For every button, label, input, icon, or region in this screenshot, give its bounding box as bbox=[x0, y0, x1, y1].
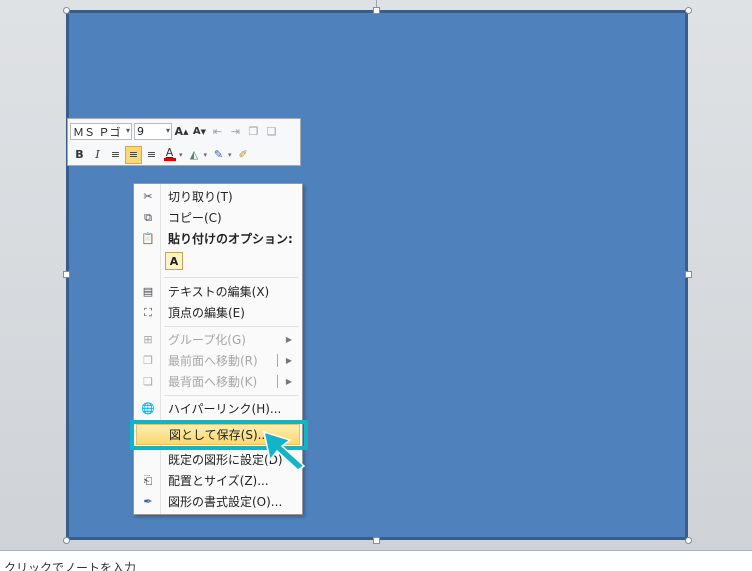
resize-handle-top[interactable] bbox=[373, 7, 380, 14]
shrink-font-icon[interactable]: A ▼ bbox=[191, 123, 208, 141]
resize-handle-bottom[interactable] bbox=[373, 537, 380, 544]
chevron-down-icon: ▾ bbox=[125, 126, 130, 135]
menu-item-format-shape[interactable]: ✒ 図形の書式設定(O)... bbox=[136, 491, 300, 512]
mini-formatting-toolbar: ＭＳ Ｐゴ ▾ 9 ▾ A ▲ A ▼ ⇤ ⇥ ❐ ❏ B I ≡ ≡ ≡ A ▾ bbox=[67, 118, 301, 166]
align-center-icon[interactable]: ≡ bbox=[125, 145, 142, 164]
bold-button[interactable]: B bbox=[71, 146, 88, 164]
menu-item-label: 貼り付けのオプション: bbox=[168, 232, 293, 246]
chevron-down-icon[interactable]: ▾ bbox=[228, 151, 232, 159]
grow-font-icon[interactable]: A ▲ bbox=[173, 123, 190, 141]
copy-icon: ⧉ bbox=[144, 210, 152, 224]
resize-handle-top-right[interactable] bbox=[685, 7, 692, 14]
resize-handle-top-left[interactable] bbox=[63, 7, 70, 14]
edit-text-icon: ▤ bbox=[142, 285, 154, 298]
powerpoint-slide-canvas: ＭＳ Ｐゴ ▾ 9 ▾ A ▲ A ▼ ⇤ ⇥ ❐ ❏ B I ≡ ≡ ≡ A ▾ bbox=[0, 0, 752, 571]
menu-item-label: 頂点の編集(E) bbox=[168, 306, 245, 320]
menu-item-send-to-back: ❏ 最背面へ移動(K) ▶ bbox=[136, 371, 300, 392]
resize-handle-left[interactable] bbox=[63, 271, 70, 278]
menu-item-label: 図形の書式設定(O)... bbox=[168, 495, 283, 509]
italic-button[interactable]: I bbox=[89, 146, 106, 164]
bring-forward-icon[interactable]: ❐ bbox=[245, 123, 262, 141]
paste-keep-text-only-button[interactable]: A bbox=[165, 252, 183, 270]
group-icon: ⊞ bbox=[143, 333, 153, 346]
chevron-down-icon: ▾ bbox=[165, 126, 170, 135]
submenu-arrow-icon: ▶ bbox=[285, 356, 292, 365]
menu-item-group: ⊞ グループ化(G) ▶ bbox=[136, 329, 300, 350]
font-color-button[interactable]: A bbox=[161, 146, 178, 164]
size-position-icon: ⎗ bbox=[143, 473, 153, 487]
menu-separator bbox=[164, 277, 298, 278]
fill-bucket-icon[interactable]: ◭ bbox=[186, 146, 203, 164]
paste-icon: 📋 bbox=[141, 232, 155, 245]
line-color-icon[interactable]: ✎ bbox=[210, 146, 227, 164]
font-size-value: 9 bbox=[137, 125, 144, 138]
menu-separator bbox=[164, 395, 298, 396]
submenu-arrow-icon: ▶ bbox=[285, 377, 292, 386]
format-shape-icon: ✒ bbox=[143, 495, 153, 508]
split-separator bbox=[277, 375, 278, 388]
menu-item-edit-text[interactable]: ▤ テキストの編集(X) bbox=[136, 281, 300, 302]
align-right-icon[interactable]: ≡ bbox=[143, 146, 160, 164]
edit-points-icon: ⛶ bbox=[144, 305, 152, 319]
menu-item-label: テキストの編集(X) bbox=[168, 285, 270, 299]
menu-item-label: 最背面へ移動(K) bbox=[168, 375, 258, 389]
menu-item-copy[interactable]: ⧉ コピー(C) bbox=[136, 207, 300, 228]
format-painter-icon[interactable]: ✐ bbox=[235, 146, 252, 164]
resize-handle-bottom-left[interactable] bbox=[63, 537, 70, 544]
chevron-down-icon[interactable]: ▾ bbox=[179, 151, 183, 159]
increase-indent-icon[interactable]: ⇥ bbox=[227, 123, 244, 141]
font-color-swatch bbox=[163, 158, 176, 161]
font-name-value: ＭＳ Ｐゴ bbox=[73, 125, 121, 139]
scissors-icon: ✂ bbox=[143, 190, 153, 203]
align-left-icon[interactable]: ≡ bbox=[107, 146, 124, 164]
menu-separator bbox=[164, 326, 298, 327]
notes-placeholder: クリックでノートを入力 bbox=[4, 561, 137, 571]
pointer-arrow-icon bbox=[262, 430, 306, 471]
font-name-combobox[interactable]: ＭＳ Ｐゴ ▾ bbox=[70, 123, 132, 140]
menu-item-cut[interactable]: ✂ 切り取り(T) bbox=[136, 186, 300, 207]
menu-item-size-and-position[interactable]: ⎗ 配置とサイズ(Z)... bbox=[136, 470, 300, 491]
menu-item-label: グループ化(G) bbox=[168, 333, 246, 347]
hyperlink-icon: 🌐 bbox=[141, 402, 155, 415]
resize-handle-right[interactable] bbox=[685, 271, 692, 278]
menu-item-label: ハイパーリンク(H)... bbox=[168, 402, 282, 416]
menu-item-label: 配置とサイズ(Z)... bbox=[168, 474, 269, 488]
notes-pane[interactable]: クリックでノートを入力 bbox=[0, 550, 752, 571]
menu-item-label: コピー(C) bbox=[168, 211, 222, 225]
menu-item-label: 切り取り(T) bbox=[168, 190, 233, 204]
send-backward-icon[interactable]: ❏ bbox=[263, 123, 280, 141]
menu-item-hyperlink[interactable]: 🌐 ハイパーリンク(H)... bbox=[136, 398, 300, 419]
send-to-back-icon: ❏ bbox=[143, 375, 153, 388]
menu-item-paste-options: 📋 貼り付けのオプション: bbox=[136, 228, 300, 249]
menu-item-label: 最前面へ移動(R) bbox=[168, 354, 258, 368]
submenu-arrow-icon: ▶ bbox=[285, 335, 292, 344]
font-color-glyph: A bbox=[165, 146, 174, 159]
bring-to-front-icon: ❐ bbox=[143, 354, 153, 367]
font-size-combobox[interactable]: 9 ▾ bbox=[134, 123, 172, 140]
decrease-indent-icon[interactable]: ⇤ bbox=[209, 123, 226, 141]
split-separator bbox=[277, 354, 278, 367]
chevron-down-icon[interactable]: ▾ bbox=[204, 151, 208, 159]
resize-handle-bottom-right[interactable] bbox=[685, 537, 692, 544]
menu-item-bring-to-front: ❐ 最前面へ移動(R) ▶ bbox=[136, 350, 300, 371]
menu-item-edit-points[interactable]: ⛶ 頂点の編集(E) bbox=[136, 302, 300, 323]
